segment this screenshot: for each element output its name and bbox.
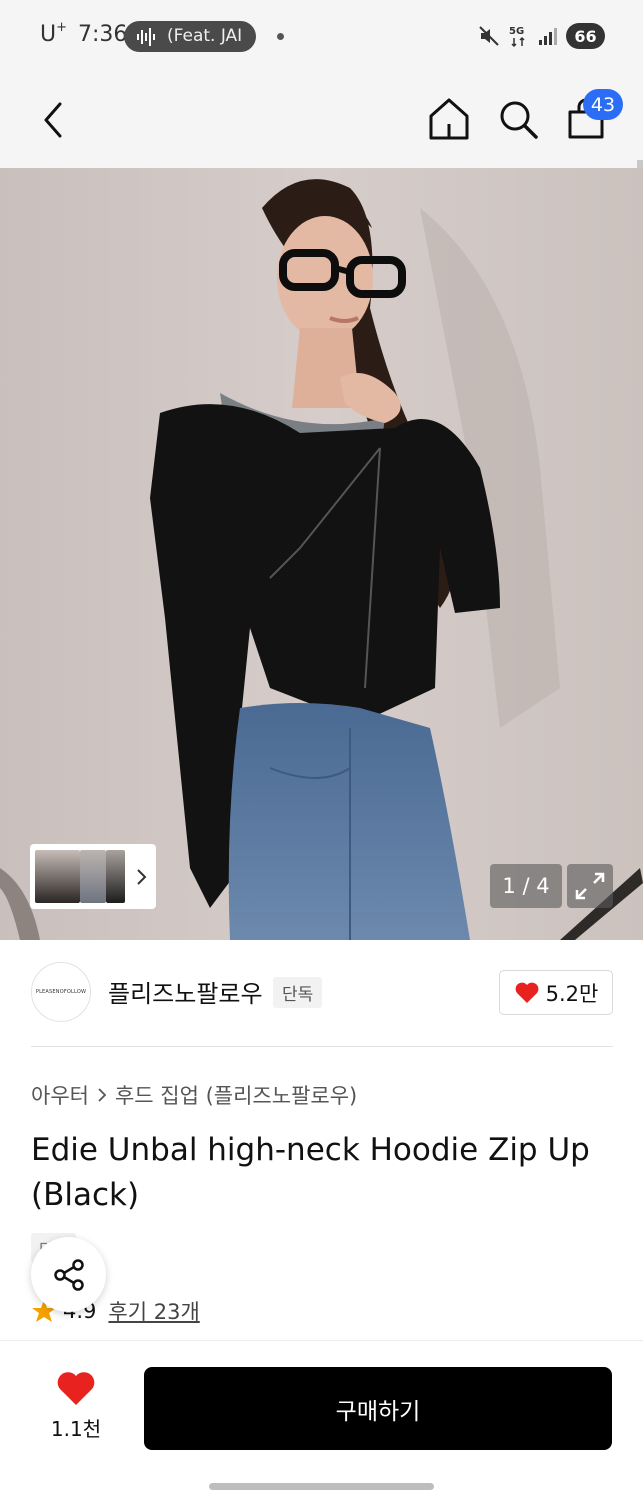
cart-count-badge: 43 — [583, 89, 623, 120]
status-bar: U+ 7:36 (Feat. JAI 5G 66 — [0, 0, 643, 72]
home-indicator[interactable] — [209, 1483, 434, 1490]
status-icons: 5G 66 — [478, 22, 605, 50]
audio-wave-icon — [137, 28, 155, 46]
breadcrumb-subcategory[interactable]: 후드 집업 (플리즈노팔로우) — [115, 1080, 357, 1110]
back-chevron-icon[interactable] — [34, 98, 74, 142]
clock: 7:36 — [78, 22, 128, 47]
top-nav-bar: 43 — [0, 72, 643, 230]
divider — [31, 1046, 613, 1047]
wishlist-button[interactable]: 1.1천 — [40, 1371, 112, 1451]
carrier-name: U — [40, 22, 57, 47]
brand-logo[interactable]: PLEASENOFOLLOW — [31, 962, 91, 1022]
chevron-right-icon — [98, 1088, 107, 1102]
heart-icon — [57, 1372, 95, 1405]
notification-dot — [277, 33, 284, 40]
carrier-time: U+ 7:36 — [40, 20, 128, 47]
buy-button[interactable]: 구매하기 — [144, 1367, 612, 1450]
image-page-counter: 1 / 4 — [490, 864, 562, 908]
home-icon[interactable] — [427, 96, 471, 142]
brand-exclusive-tag: 단독 — [273, 977, 323, 1008]
5g-icon: 5G — [509, 26, 525, 48]
svg-text:5G: 5G — [509, 26, 524, 37]
brand-logo-text: PLEASENOFOLLOW — [35, 989, 87, 995]
signal-icon — [539, 28, 557, 45]
reviews-link[interactable]: 후기 23개 — [108, 1296, 199, 1326]
thumbnail-2[interactable] — [80, 850, 106, 903]
product-title: Edie Unbal high-neck Hoodie Zip Up (Blac… — [31, 1132, 590, 1213]
thumbnail-1[interactable] — [35, 850, 80, 903]
bottom-action-bar: 1.1천 구매하기 — [0, 1340, 643, 1500]
fullscreen-button[interactable] — [567, 864, 613, 908]
battery-icon: 66 — [566, 23, 605, 49]
share-button[interactable] — [31, 1237, 106, 1312]
mute-icon — [479, 26, 499, 46]
chevron-right-icon[interactable] — [135, 868, 147, 886]
thumbnail-3[interactable] — [106, 850, 125, 903]
heart-icon — [515, 982, 539, 1003]
brand-like-button[interactable]: 5.2만 — [499, 970, 613, 1015]
expand-icon — [575, 872, 605, 900]
breadcrumb: 아우터 후드 집업 (플리즈노팔로우) — [31, 1080, 357, 1110]
media-title: (Feat. JAI — [167, 26, 243, 46]
brand-name[interactable]: 플리즈노팔로우 — [108, 974, 263, 1009]
product-photo — [0, 168, 643, 940]
brand-like-count: 5.2만 — [545, 981, 599, 1006]
thumbnail-strip[interactable] — [30, 844, 156, 909]
wishlist-count: 1.1천 — [50, 1417, 102, 1441]
carrier-plus: + — [56, 20, 68, 35]
breadcrumb-category[interactable]: 아우터 — [31, 1080, 89, 1110]
share-icon — [53, 1258, 84, 1291]
search-icon[interactable] — [496, 96, 540, 142]
product-image-gallery[interactable]: 1 / 4 — [0, 168, 643, 940]
media-notification-pill[interactable]: (Feat. JAI — [124, 21, 256, 52]
